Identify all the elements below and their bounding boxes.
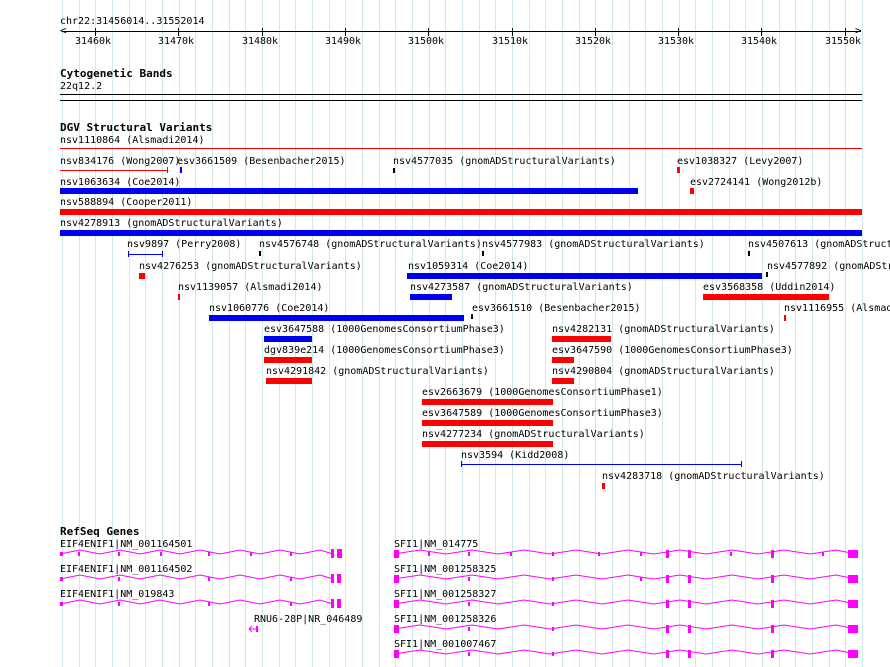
gene-model-sfi1-001007467[interactable] [393,649,858,658]
gene-models [59,549,858,658]
genome-browser-view: chr22:31456014..31552014 < > 31460k 3147… [0,0,890,667]
gene-model-eif4enif1-001164501[interactable] [59,549,342,558]
gene-model-sfi1-001258325[interactable] [393,574,858,583]
gene-model-eif4enif1-019843[interactable] [59,599,341,608]
gene-model-sfi1-001258327[interactable] [393,599,858,608]
gene-model-sfi1-001258326[interactable] [393,624,858,633]
gene-model-rnu6-28p[interactable] [248,625,258,633]
gene-model-sfi1-014775[interactable] [393,549,858,558]
gene-model-eif4enif1-001164502[interactable] [59,574,341,583]
